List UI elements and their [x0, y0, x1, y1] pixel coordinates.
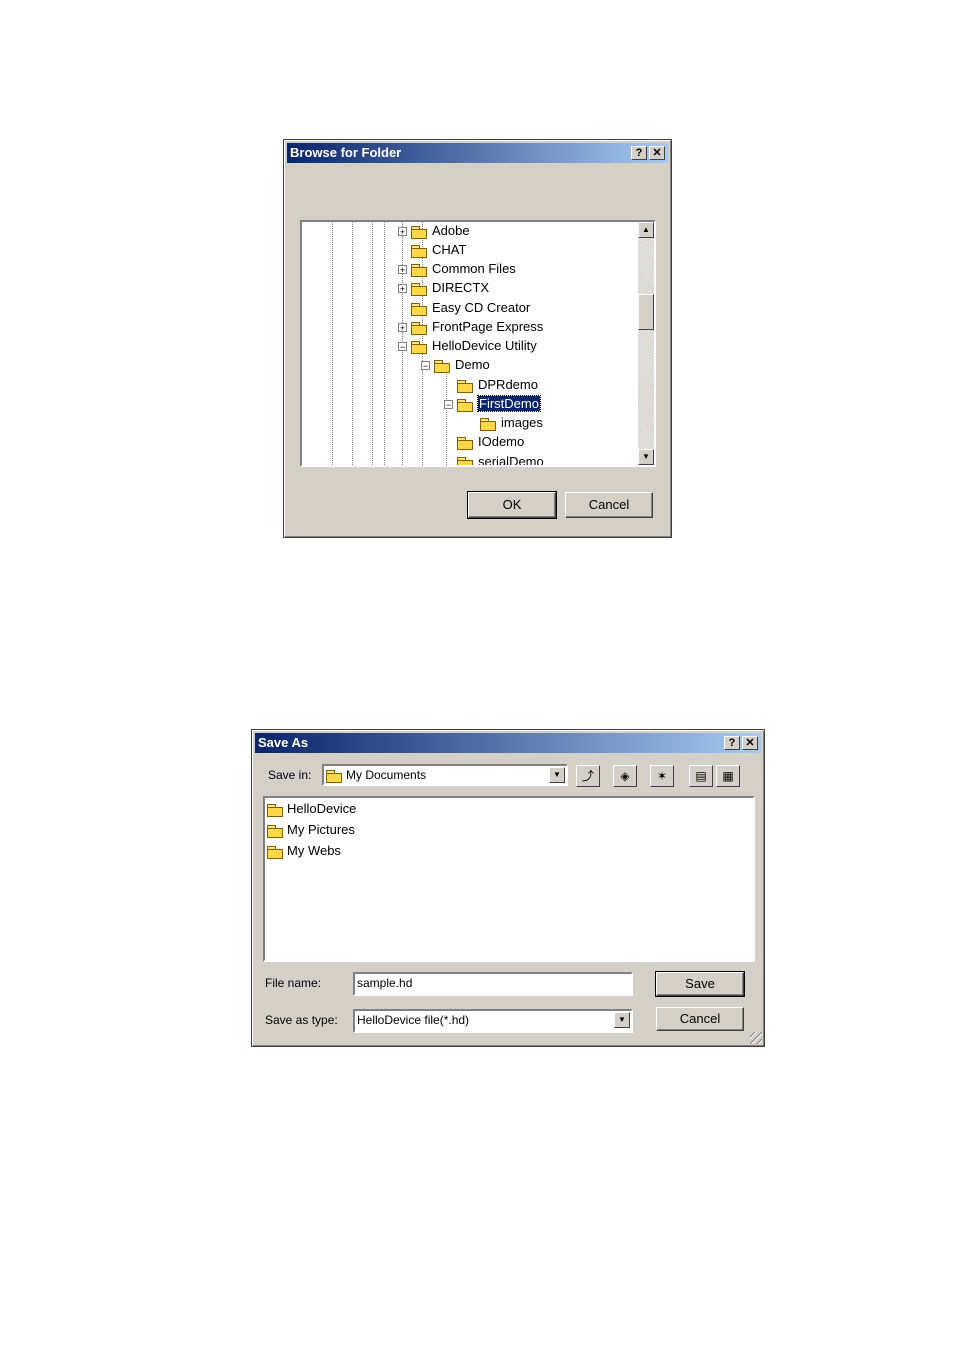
details-view-button[interactable]: ▦: [716, 765, 740, 787]
tree-guide-line: [384, 222, 385, 465]
folder-icon: [411, 263, 427, 277]
resize-grip-icon[interactable]: [750, 1032, 762, 1044]
cancel-button[interactable]: Cancel: [656, 1007, 744, 1031]
tree-item-label: DIRECTX: [432, 280, 490, 295]
save-button[interactable]: Save: [655, 971, 745, 997]
tree-item-label: HelloDevice Utility: [432, 338, 537, 353]
cancel-button[interactable]: Cancel: [565, 492, 653, 518]
ok-button[interactable]: OK: [467, 491, 557, 519]
up-one-level-button[interactable]: ⤴: [576, 765, 600, 787]
save-in-value: My Documents: [346, 768, 427, 782]
expand-icon[interactable]: +: [398, 323, 407, 333]
new-folder-button[interactable]: ✶: [650, 765, 674, 787]
browse-dialog-title: Browse for Folder: [290, 145, 402, 160]
save-dialog-title: Save As: [258, 735, 309, 750]
browse-for-folder-dialog: Browse for Folder ? ✕ + Adobe CHAT + Commo…: [283, 139, 672, 538]
tree-item-adobe[interactable]: + Adobe: [398, 222, 470, 240]
tree-item-label: IOdemo: [478, 434, 525, 449]
list-item-label: My Pictures: [287, 822, 355, 837]
help-button[interactable]: ?: [724, 736, 740, 750]
tree-item-dprdemo[interactable]: DPRdemo: [457, 376, 538, 394]
folder-icon: [457, 436, 473, 450]
tree-item-easy-cd-creator[interactable]: Easy CD Creator: [411, 299, 530, 317]
folder-icon: [411, 340, 427, 354]
folder-icon: [411, 321, 427, 335]
list-item-my-pictures[interactable]: My Pictures: [267, 820, 355, 840]
folder-icon: [480, 417, 496, 431]
tree-item-firstdemo[interactable]: − FirstDemo: [444, 395, 541, 413]
expand-icon[interactable]: +: [398, 227, 407, 237]
tree-item-label: FrontPage Express: [432, 319, 544, 334]
tree-item-frontpage-express[interactable]: + FrontPage Express: [398, 318, 543, 336]
tree-item-iodemo[interactable]: IOdemo: [457, 433, 524, 451]
help-button[interactable]: ?: [631, 146, 647, 160]
list-item-hellodevice[interactable]: HelloDevice: [267, 799, 356, 819]
file-name-input[interactable]: sample.hd: [353, 972, 633, 996]
tree-item-serialdemo[interactable]: serialDemo: [457, 453, 544, 467]
save-as-dialog: Save As ? ✕ Save in: My Documents ▼ ⤴ ◈ …: [251, 729, 765, 1047]
list-item-my-webs[interactable]: My Webs: [267, 841, 341, 861]
go-to-web-folder-button[interactable]: ◈: [613, 765, 637, 787]
save-as-type-label: Save as type:: [265, 1013, 338, 1027]
folder-icon: [457, 379, 473, 393]
list-item-label: HelloDevice: [287, 801, 357, 816]
browse-dialog-titlebar[interactable]: Browse for Folder ? ✕: [287, 143, 668, 163]
tree-item-label: Common Files: [432, 261, 516, 276]
tree-item-common-files[interactable]: + Common Files: [398, 260, 516, 278]
tree-item-label: serialDemo: [478, 454, 544, 467]
open-folder-icon: [457, 398, 473, 412]
folder-icon: [411, 225, 427, 239]
scroll-up-arrow-icon[interactable]: ▲: [638, 222, 654, 238]
scroll-thumb[interactable]: [638, 294, 654, 330]
tree-item-directx[interactable]: + DIRECTX: [398, 279, 489, 297]
folder-icon: [267, 845, 283, 859]
save-in-label: Save in:: [268, 768, 312, 782]
folder-icon: [411, 282, 427, 296]
expand-icon[interactable]: +: [398, 284, 407, 294]
tree-scrollbar[interactable]: ▲ ▼: [638, 222, 654, 465]
folder-icon: [457, 456, 473, 465]
dropdown-arrow-icon[interactable]: ▼: [549, 767, 565, 783]
dropdown-arrow-icon[interactable]: ▼: [614, 1012, 630, 1028]
tree-item-label: DPRdemo: [478, 377, 538, 392]
folder-icon: [411, 302, 427, 316]
folder-icon: [434, 359, 450, 373]
list-item-label: My Webs: [287, 843, 341, 858]
my-documents-folder-icon: [326, 769, 342, 783]
tree-item-label: Easy CD Creator: [432, 300, 531, 315]
collapse-icon[interactable]: −: [444, 400, 453, 410]
folder-icon: [411, 244, 427, 258]
folder-icon: [267, 803, 283, 817]
file-name-label: File name:: [265, 976, 322, 990]
collapse-icon[interactable]: −: [398, 342, 407, 352]
save-dialog-titlebar[interactable]: Save As ? ✕: [255, 733, 761, 753]
tree-guide-line: [352, 222, 353, 465]
close-button[interactable]: ✕: [649, 146, 665, 160]
tree-item-chat[interactable]: CHAT: [411, 241, 466, 259]
folder-icon: [267, 824, 283, 838]
tree-item-label: CHAT: [432, 242, 467, 257]
file-list[interactable]: HelloDevice My Pictures My Webs: [263, 796, 755, 962]
close-button[interactable]: ✕: [742, 736, 758, 750]
collapse-icon[interactable]: −: [421, 361, 430, 371]
tree-item-hellodevice-utility[interactable]: − HelloDevice Utility: [398, 337, 537, 355]
scroll-down-arrow-icon[interactable]: ▼: [638, 449, 654, 465]
folder-tree[interactable]: + Adobe CHAT + Common Files + DIRECTX Easy …: [300, 220, 656, 467]
tree-guide-line: [332, 222, 333, 465]
save-as-type-value: HelloDevice file(*.hd): [357, 1013, 470, 1027]
tree-item-label: Adobe: [432, 223, 470, 238]
tree-item-label: images: [501, 415, 543, 430]
list-view-button[interactable]: ▤: [689, 765, 713, 787]
tree-item-images[interactable]: images: [480, 414, 543, 432]
tree-item-label: Demo: [455, 357, 490, 372]
save-as-type-select[interactable]: HelloDevice file(*.hd) ▼: [353, 1009, 633, 1033]
expand-icon[interactable]: +: [398, 265, 407, 275]
tree-item-demo[interactable]: − Demo: [421, 356, 490, 374]
tree-item-label-selected: FirstDemo: [477, 395, 541, 412]
save-in-select[interactable]: My Documents ▼: [322, 764, 568, 786]
tree-guide-line: [446, 367, 447, 465]
tree-guide-line: [372, 222, 373, 465]
